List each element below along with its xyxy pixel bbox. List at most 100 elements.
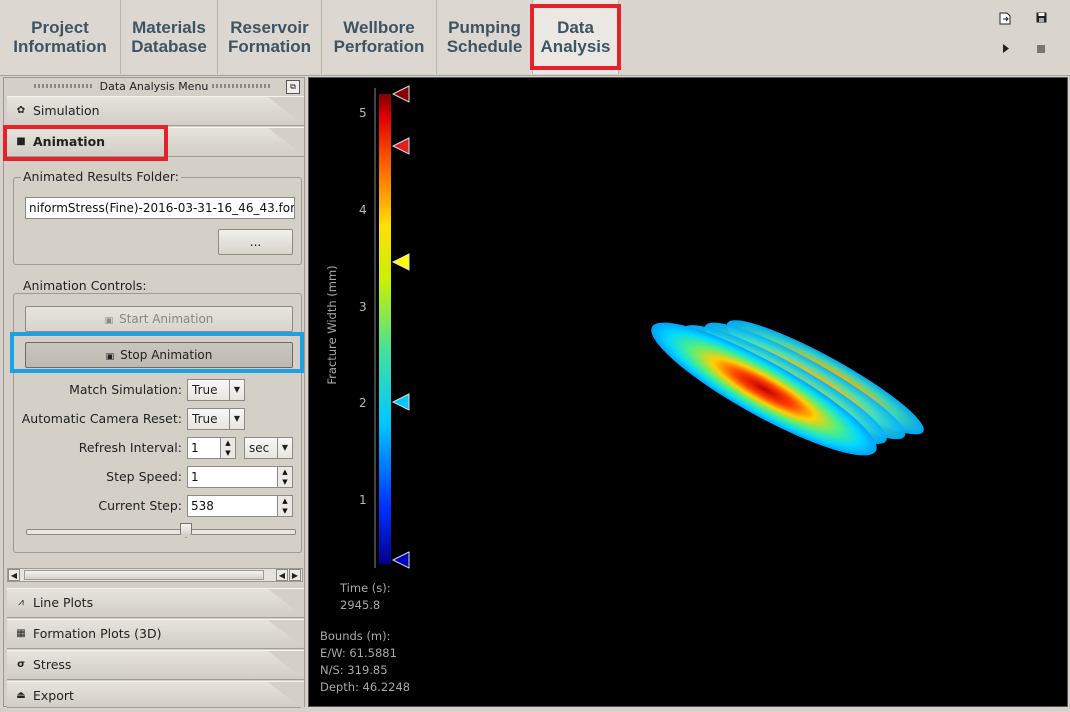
step-speed-label: Step Speed: <box>106 469 182 484</box>
camera-icon: ■ <box>16 136 26 147</box>
tab-pumping-schedule[interactable]: Pumping Schedule <box>437 0 533 74</box>
colorbar-tick: 3 <box>359 300 367 314</box>
tab-label: Data Analysis <box>540 18 611 56</box>
select-value: True <box>192 383 218 397</box>
browse-button[interactable]: ... <box>218 229 293 255</box>
3d-viewport[interactable]: Fracture Width (mm) 5 4 3 2 1 Time (s): … <box>308 77 1068 707</box>
select-value: sec <box>249 441 270 455</box>
fracture-plot <box>651 320 924 456</box>
match-simulation-select[interactable]: True ▼ <box>187 379 245 401</box>
chevron-down-icon: ▼ <box>229 409 244 429</box>
button-label: Start Animation <box>119 312 214 326</box>
dock-grip[interactable] <box>212 84 272 88</box>
section-corner <box>268 589 304 617</box>
section-corner <box>268 682 304 710</box>
time-label: Time (s): <box>340 581 391 595</box>
scrollbar-thumb[interactable] <box>24 570 264 580</box>
section-corner <box>268 651 304 679</box>
current-step-label: Current Step: <box>98 498 182 513</box>
step-speed-field[interactable]: 1 ▲ ▼ <box>187 466 293 488</box>
save-icon[interactable] <box>1034 12 1048 26</box>
stop-icon[interactable] <box>1034 44 1048 58</box>
step-slider-track[interactable] <box>26 529 296 535</box>
animation-controls-label: Animation Controls: <box>21 278 149 293</box>
colorbar-title: Fracture Width (mm) <box>325 265 339 385</box>
section-label: Simulation <box>33 103 100 118</box>
folder-group-label: Animated Results Folder: <box>21 169 182 184</box>
section-formation-plots[interactable]: ▦ Formation Plots (3D) <box>7 619 304 649</box>
play-icon[interactable] <box>999 44 1013 58</box>
horizontal-scrollbar[interactable]: ◀ ◀ ▶ <box>7 568 303 582</box>
colorbar-marker-icon[interactable] <box>391 551 410 569</box>
field-value: 1 <box>191 470 199 484</box>
scroll-left-icon[interactable]: ◀ <box>8 569 20 581</box>
tab-label: Reservoir Formation <box>227 18 312 56</box>
section-label: Formation Plots (3D) <box>33 626 162 641</box>
grid-icon: ▦ <box>16 628 26 639</box>
tab-label: Project Information <box>13 18 107 56</box>
bounds-ns: N/S: 319.85 <box>320 663 388 677</box>
start-animation-button[interactable]: ▣ Start Animation <box>25 306 293 332</box>
button-label: Stop Animation <box>120 348 213 362</box>
bounds-depth: Depth: 46.2248 <box>320 680 411 694</box>
spinner-arrows-icon[interactable]: ▲ ▼ <box>277 496 292 516</box>
section-simulation[interactable]: ✿ Simulation <box>7 96 304 126</box>
spinner-arrows-icon[interactable]: ▲ ▼ <box>220 438 235 458</box>
bounds-label: Bounds (m): <box>320 629 391 643</box>
bounds-ew: E/W: 61.5881 <box>320 646 397 660</box>
refresh-interval-field[interactable]: 1 ▲ ▼ <box>187 437 236 459</box>
tab-label: Wellbore Perforation <box>333 18 425 56</box>
auto-camera-reset-select[interactable]: True ▼ <box>187 408 245 430</box>
tab-data-analysis[interactable]: Data Analysis <box>533 0 619 74</box>
tab-project-information[interactable]: Project Information <box>0 0 121 74</box>
colorbar-marker-icon[interactable] <box>391 137 410 155</box>
film-icon: ▣ <box>104 316 114 326</box>
scroll-right-icon[interactable]: ▶ <box>289 569 301 581</box>
colorbar-marker-icon[interactable] <box>391 85 410 103</box>
line-chart-icon: ⩘ <box>18 597 24 608</box>
select-value: True <box>192 412 218 426</box>
chevron-down-icon: ▼ <box>229 380 244 400</box>
tab-label: Pumping Schedule <box>446 18 523 56</box>
colorbar-tick: 2 <box>359 396 367 410</box>
sigma-icon: σ <box>17 659 25 670</box>
field-value: 1 <box>191 441 199 455</box>
tab-materials-database[interactable]: Materials Database <box>121 0 218 74</box>
float-panel-icon[interactable]: ⧉ <box>286 80 300 94</box>
section-label: Animation <box>33 134 106 149</box>
stop-animation-button[interactable]: ▣ Stop Animation <box>25 342 293 368</box>
colorbar <box>379 94 391 564</box>
colorbar-tick: 4 <box>359 203 367 217</box>
tab-label: Materials Database <box>131 18 207 56</box>
section-corner <box>268 620 304 648</box>
refresh-interval-label: Refresh Interval: <box>78 440 182 455</box>
top-toolbar: Project Information Materials Database R… <box>0 0 1070 76</box>
chevron-down-icon: ▼ <box>277 438 292 458</box>
folder-path-field[interactable]: niformStress(Fine)-2016-03-31-16_46_43.f… <box>25 197 295 219</box>
export-icon[interactable] <box>998 12 1012 26</box>
colorbar-tick: 1 <box>359 493 367 507</box>
scroll-left-icon[interactable]: ◀ <box>276 569 288 581</box>
section-export[interactable]: ⏏ Export <box>7 681 304 710</box>
field-value: 538 <box>191 499 214 513</box>
film-icon: ▣ <box>105 352 115 362</box>
section-label: Export <box>33 688 74 703</box>
current-step-field[interactable]: 538 ▲ ▼ <box>187 495 293 517</box>
colorbar-tick: 5 <box>359 106 367 120</box>
colorbar-marker-icon[interactable] <box>391 393 410 411</box>
section-label: Line Plots <box>33 595 94 610</box>
tab-reservoir-formation[interactable]: Reservoir Formation <box>218 0 322 74</box>
export-icon: ⏏ <box>16 690 26 701</box>
section-animation[interactable]: ■ Animation <box>7 127 304 157</box>
section-line-plots[interactable]: ⩘ Line Plots <box>7 588 304 618</box>
auto-camera-reset-label: Automatic Camera Reset: <box>21 411 182 426</box>
gear-icon: ✿ <box>16 105 26 116</box>
time-value: 2945.8 <box>340 598 381 612</box>
colorbar-marker-icon[interactable] <box>391 253 410 271</box>
spinner-arrows-icon[interactable]: ▲ ▼ <box>277 467 292 487</box>
section-corner <box>268 128 304 156</box>
refresh-unit-select[interactable]: sec ▼ <box>244 437 293 459</box>
tab-wellbore-perforation[interactable]: Wellbore Perforation <box>322 0 437 74</box>
section-stress[interactable]: σ Stress <box>7 650 304 680</box>
match-simulation-label: Match Simulation: <box>69 382 182 397</box>
